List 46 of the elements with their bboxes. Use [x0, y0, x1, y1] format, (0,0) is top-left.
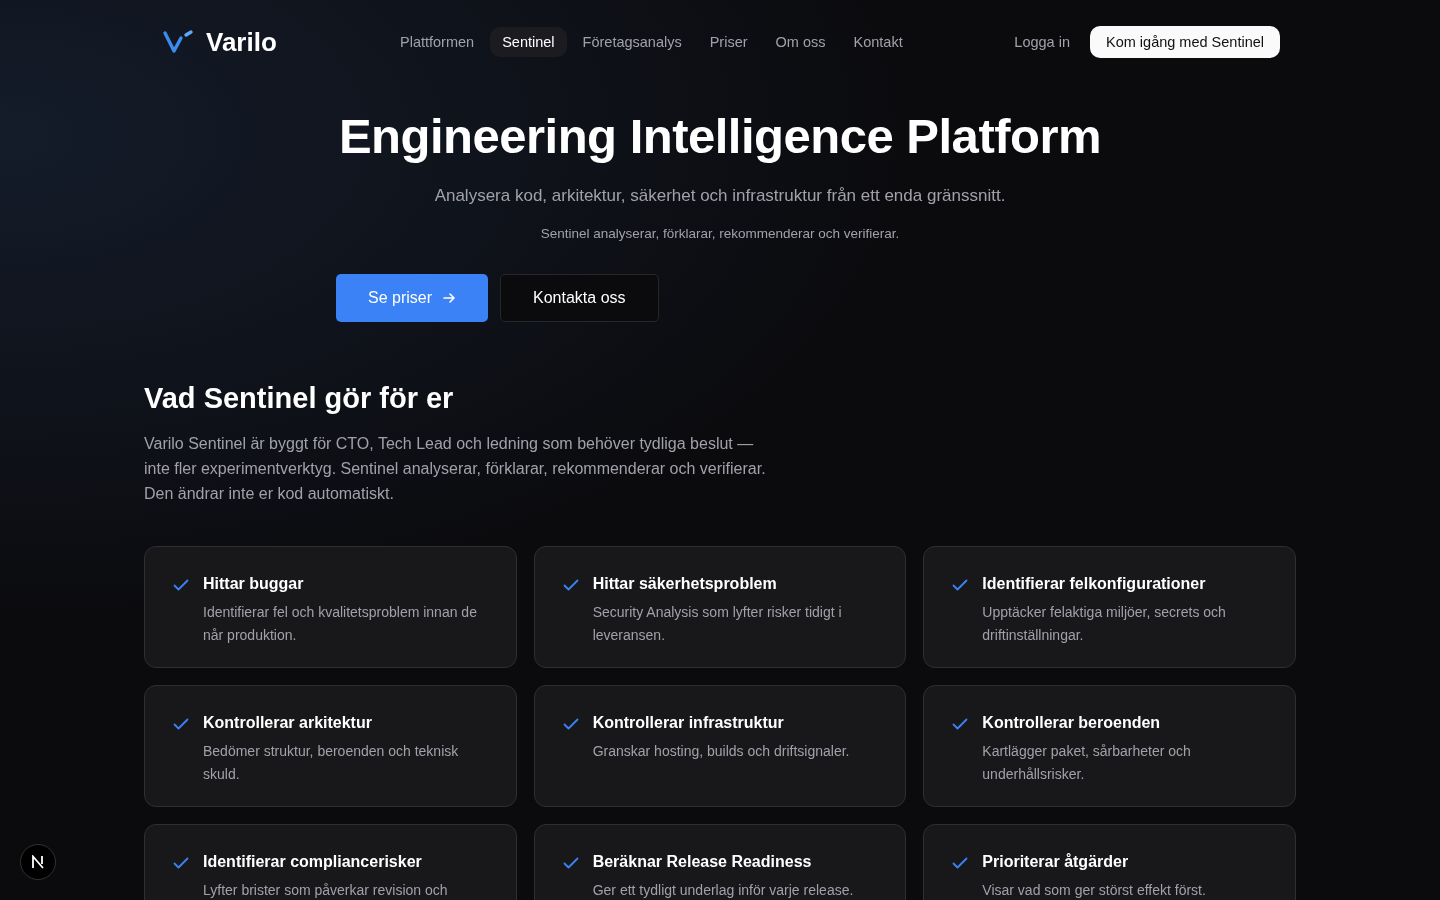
- get-started-button[interactable]: Kom igång med Sentinel: [1090, 26, 1280, 58]
- hero-subtitle: Analysera kod, arkitektur, säkerhet och infrastruktur från ett enda gränssnitt.: [434, 186, 1006, 206]
- check-icon: [173, 857, 189, 869]
- feature-title: Hittar säkerhetsproblem: [592, 575, 778, 593]
- feature-description: Granskar hosting, builds och driftsignaler.: [592, 742, 850, 761]
- pricing-button[interactable]: Se priser: [336, 274, 489, 322]
- check-icon: [173, 718, 189, 730]
- check-icon: [562, 718, 579, 730]
- nav-link[interactable]: Om oss: [763, 27, 838, 57]
- brand-name: Varilo: [206, 26, 277, 58]
- nav-link[interactable]: Företagsanalys: [570, 27, 694, 57]
- feature-description: Lyfter brister som påverkar revision och: [203, 881, 448, 900]
- logo-icon: [162, 29, 194, 55]
- login-link[interactable]: Logga in: [1014, 34, 1070, 50]
- check-icon: [562, 579, 579, 591]
- check-icon: [952, 857, 969, 869]
- feature-description: Visar vad som ger störst effekt först.: [982, 881, 1206, 900]
- feature-title: Identifierar felkonfigurationer: [982, 575, 1207, 593]
- feature-title: Prioriterar åtgärder: [982, 853, 1130, 871]
- check-icon: [952, 718, 969, 730]
- section-description: Varilo Sentinel är byggt för CTO, Tech Lead och ledning som behöver tydliga beslut — inte fler experimentverktyg. Sentinel analyserar, förklarar, rekommenderar och verifierar. Den ändrar inte er kod automatiskt.: [144, 434, 767, 504]
- check-icon: [562, 857, 579, 869]
- nav-link[interactable]: Plattformen: [388, 27, 487, 57]
- check-icon: [952, 579, 969, 591]
- hero-title: Engineering Intelligence Platform: [338, 108, 1102, 164]
- nav-link[interactable]: Priser: [697, 27, 760, 57]
- feature-description: Security Analysis som lyfter risker tidigt i leveransen.: [592, 603, 843, 645]
- dev-badge-icon[interactable]: [20, 844, 56, 880]
- feature-description: Identifierar fel och kvalitetsproblem innan de når produktion.: [203, 603, 478, 645]
- hero-tagline: Sentinel analyserar, förklarar, rekommenderar och verifierar.: [540, 226, 900, 241]
- arrow-right-icon: [442, 291, 457, 305]
- contact-button[interactable]: Kontakta oss: [500, 274, 659, 322]
- feature-title: Hittar buggar: [203, 575, 305, 593]
- check-icon: [173, 579, 189, 591]
- feature-title: Beräknar Release Readiness: [592, 853, 813, 871]
- feature-description: Upptäcker felaktiga miljöer, secrets och driftinställningar.: [982, 603, 1227, 645]
- feature-title: Identifierar compliancerisker: [203, 853, 423, 871]
- nav-link[interactable]: Kontakt: [841, 27, 915, 57]
- feature-description: Ger ett tydligt underlag inför varje release.: [592, 881, 854, 900]
- nav-link[interactable]: Sentinel: [490, 27, 567, 57]
- feature-title: Kontrollerar arkitektur: [203, 714, 373, 732]
- feature-title: Kontrollerar beroenden: [982, 714, 1162, 732]
- feature-description: Bedömer struktur, beroenden och teknisk skuld.: [203, 742, 460, 784]
- feature-description: Kartlägger paket, sårbarheter och underhållsrisker.: [982, 742, 1192, 784]
- feature-title: Kontrollerar infrastruktur: [592, 714, 785, 732]
- section-title: Vad Sentinel gör för er: [144, 382, 455, 415]
